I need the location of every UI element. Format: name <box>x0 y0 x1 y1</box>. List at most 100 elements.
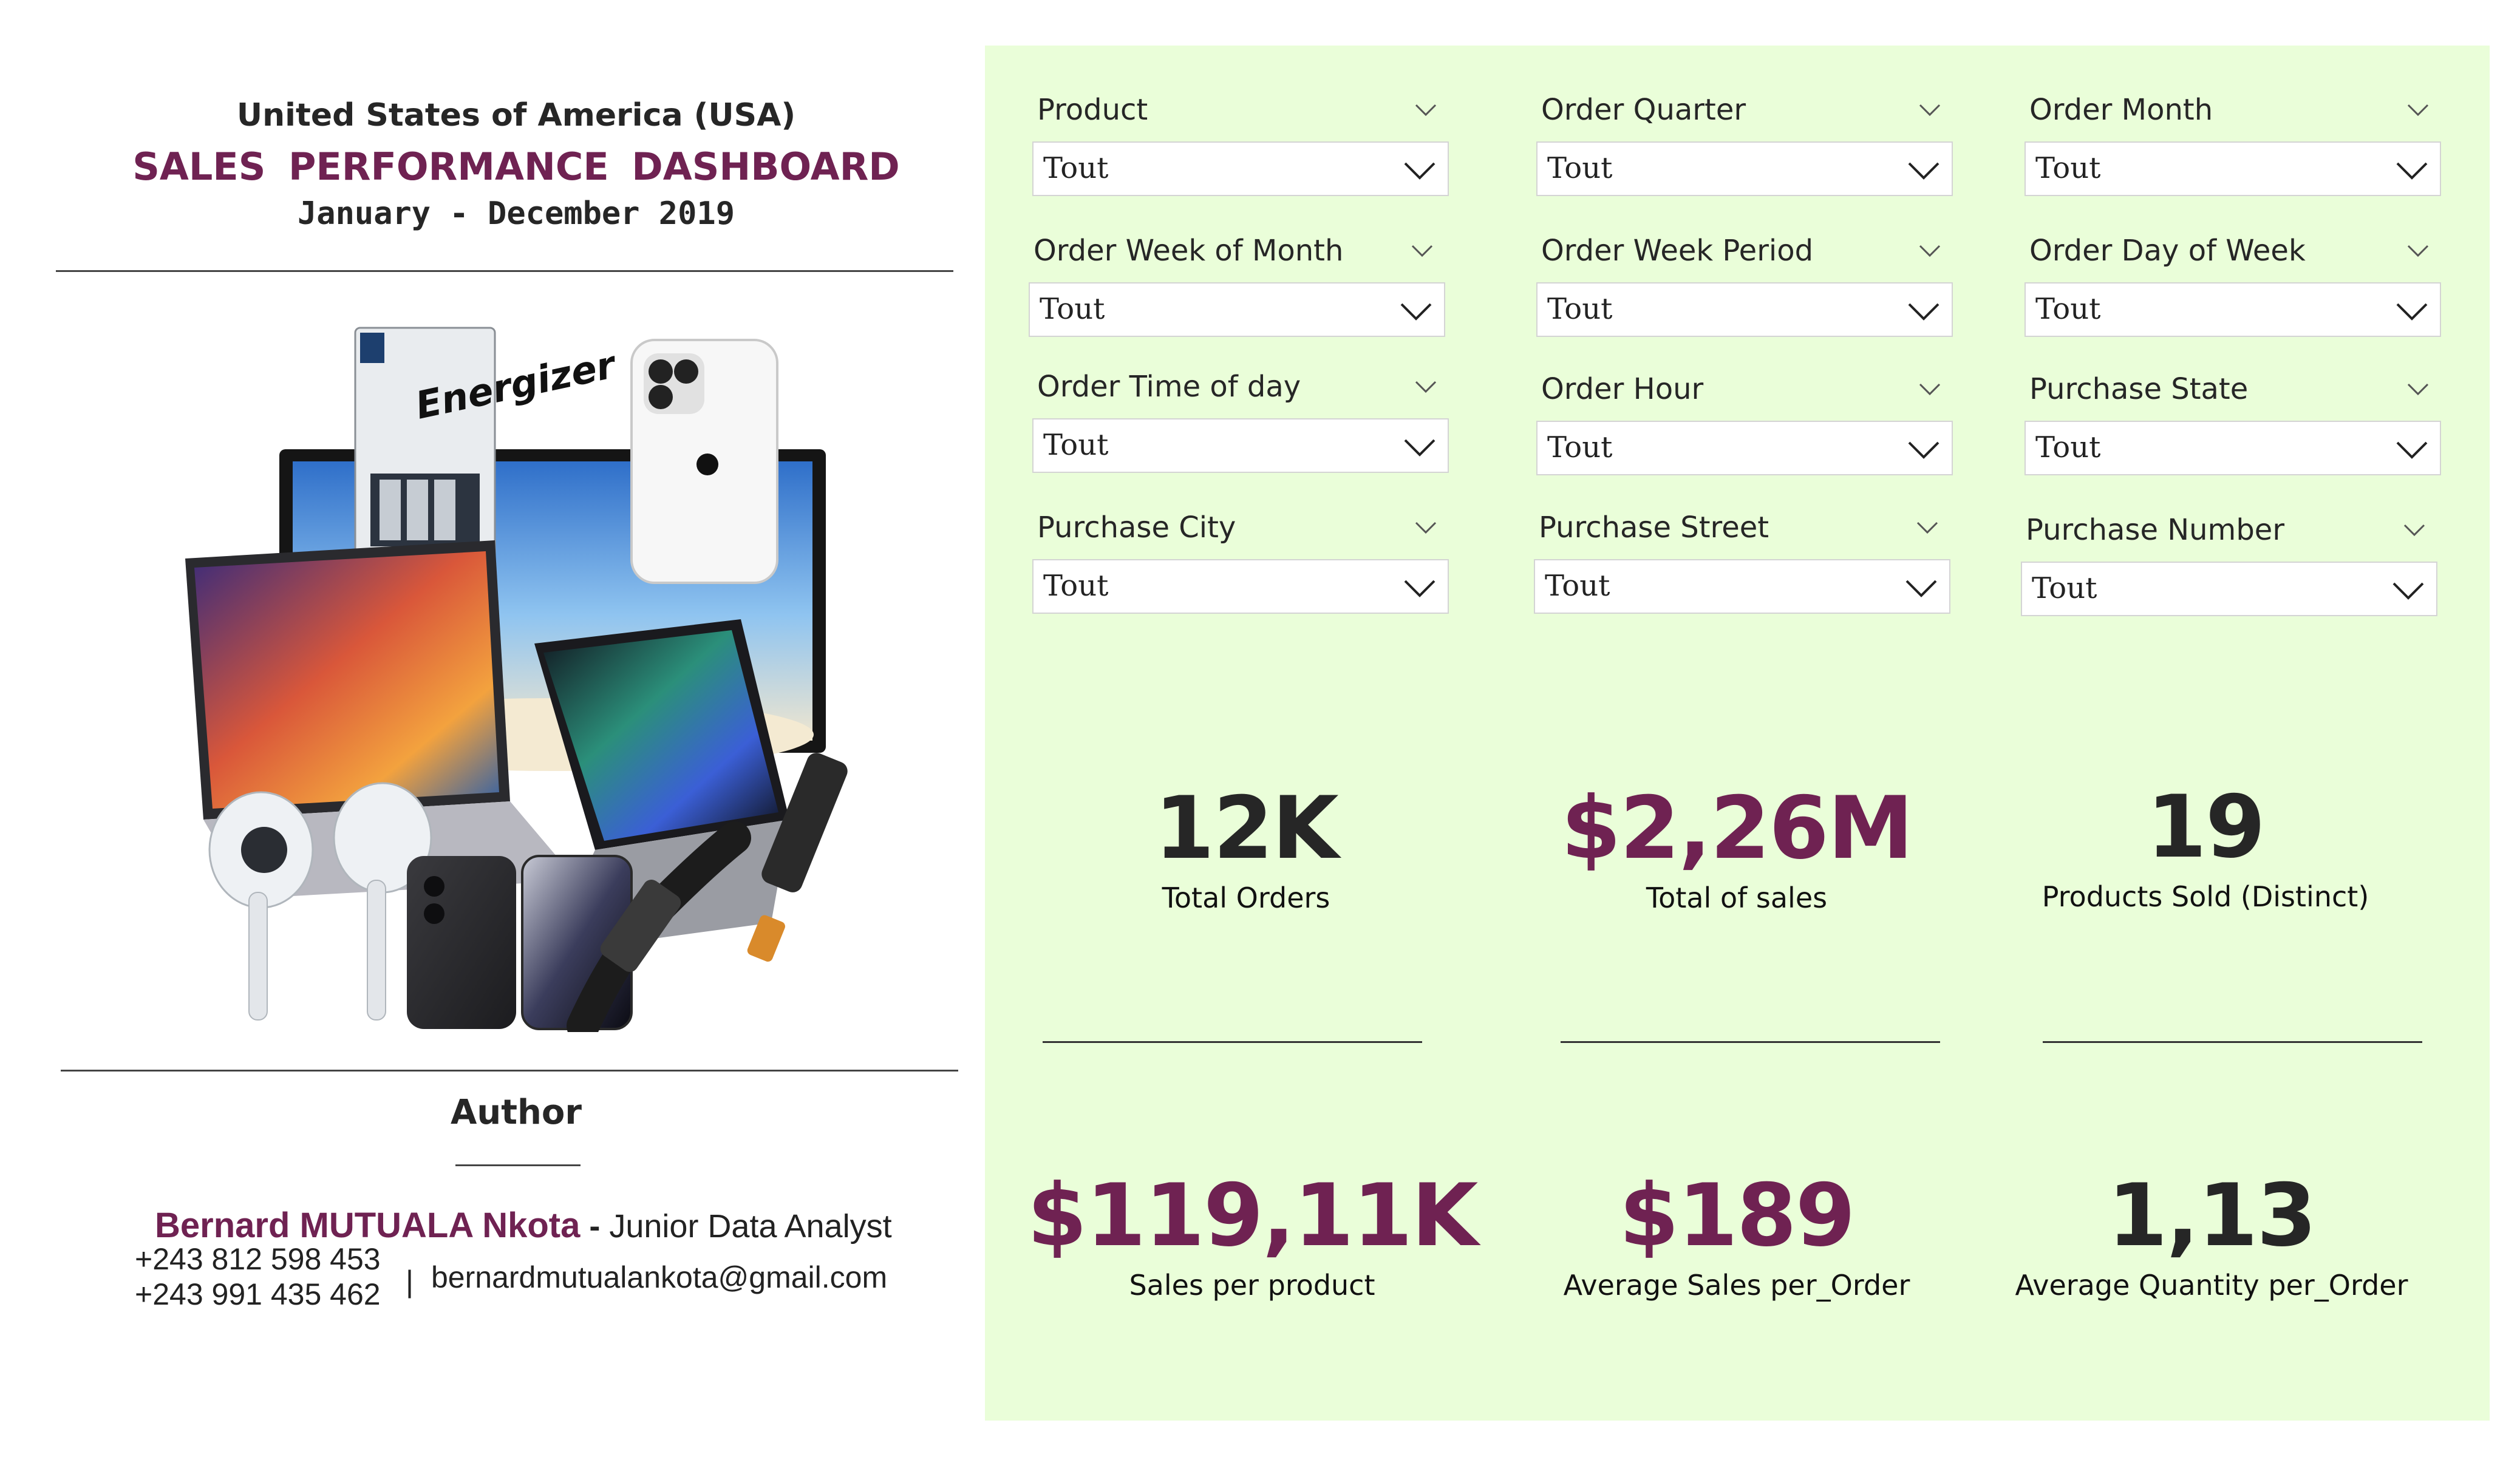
chevron-down-icon[interactable] <box>1399 296 1433 325</box>
author-phone-1: +243 812 598 453 <box>135 1242 381 1276</box>
chevron-down-icon[interactable] <box>2406 98 2430 122</box>
slicer-title: Purchase Street <box>1539 511 1769 545</box>
slicer-dropdown[interactable]: Tout <box>1536 141 1953 196</box>
chevron-down-icon[interactable] <box>1915 515 1939 540</box>
period-subtitle: January - December 2019 <box>297 195 735 232</box>
slicer-order-hour[interactable]: Order Hour Tout <box>1536 372 1955 481</box>
kpi-divider <box>1561 1041 1940 1043</box>
slicer-order-month[interactable]: Order Month Tout <box>2025 93 2443 202</box>
chevron-down-icon[interactable] <box>2402 518 2426 542</box>
slicer-title: Order Hour <box>1541 372 1704 406</box>
kpi-value: 19 <box>2147 777 2266 877</box>
contact-divider: | <box>406 1265 414 1299</box>
chevron-down-icon[interactable] <box>2395 155 2429 184</box>
slicer-order-day-of-week[interactable]: Order Day of Week Tout <box>2025 234 2443 343</box>
kpi-products-sold: 19 Products Sold (Distinct) <box>1944 777 2467 914</box>
chevron-down-icon[interactable] <box>1907 434 1941 463</box>
chevron-down-icon[interactable] <box>1403 432 1437 461</box>
author-divider <box>61 1070 958 1072</box>
chevron-down-icon[interactable] <box>1414 98 1438 122</box>
slicer-title: Order Week Period <box>1541 234 1814 268</box>
kpi-total-orders: 12K Total Orders <box>985 778 1507 915</box>
author-email[interactable]: bernardmutualankota@gmail.com <box>431 1260 887 1295</box>
chevron-down-icon[interactable] <box>1904 572 1938 602</box>
slicer-purchase-state[interactable]: Purchase State Tout <box>2025 372 2443 481</box>
slicer-purchase-city[interactable]: Purchase City Tout <box>1032 511 1451 620</box>
kpi-value: $2,26M <box>1561 778 1913 878</box>
slicer-title: Order Day of Week <box>2029 234 2306 268</box>
slicer-value: Tout <box>1545 569 1610 603</box>
kpi-label: Products Sold (Distinct) <box>2042 880 2369 913</box>
slicer-title: Purchase City <box>1037 511 1236 545</box>
slicer-dropdown[interactable]: Tout <box>1534 559 1950 614</box>
author-name-separator: - <box>580 1208 610 1245</box>
slicer-value: Tout <box>1547 430 1613 464</box>
slicer-purchase-number[interactable]: Purchase Number Tout <box>2021 513 2440 622</box>
slicer-value: Tout <box>2035 292 2101 326</box>
title-panel: United States of America (USA) SALES PER… <box>0 0 984 1457</box>
kpi-average-quantity-per-order: 1,13 Average Quantity per_Order <box>1950 1170 2473 1302</box>
chevron-down-icon[interactable] <box>1918 98 1942 122</box>
chevron-down-icon[interactable] <box>1403 572 1437 602</box>
header-divider <box>56 270 953 272</box>
slicer-order-week-of-month[interactable]: Order Week of Month Tout <box>1029 234 1448 343</box>
kpi-sales-per-product: $119,11K Sales per product <box>991 1170 1513 1302</box>
slicer-dropdown[interactable]: Tout <box>2021 562 2437 616</box>
chevron-down-icon[interactable] <box>1403 155 1437 184</box>
chevron-down-icon[interactable] <box>1918 377 1942 401</box>
slicer-dropdown[interactable]: Tout <box>2025 421 2441 475</box>
chevron-down-icon[interactable] <box>2406 377 2430 401</box>
chevron-down-icon[interactable] <box>1414 375 1438 399</box>
slicer-dropdown[interactable]: Tout <box>2025 282 2441 337</box>
chevron-down-icon[interactable] <box>1907 296 1941 325</box>
slicer-value: Tout <box>2035 151 2101 185</box>
products-collage-image: Energizer <box>185 327 848 1032</box>
chevron-down-icon[interactable] <box>2391 575 2425 604</box>
kpi-label: Total of sales <box>1646 881 1828 914</box>
author-name-line: Bernard MUTUALA Nkota - Junior Data Anal… <box>155 1205 892 1246</box>
slicer-value: Tout <box>1547 151 1613 185</box>
slicer-dropdown[interactable]: Tout <box>1032 141 1449 196</box>
author-heading: Author <box>451 1093 582 1132</box>
chevron-down-icon[interactable] <box>2395 296 2429 325</box>
slicer-title: Purchase State <box>2029 372 2249 406</box>
author-underline <box>455 1164 581 1166</box>
slicer-dropdown[interactable]: Tout <box>1032 418 1449 473</box>
author-name: Bernard MUTUALA Nkota <box>155 1206 581 1245</box>
slicer-dropdown[interactable]: Tout <box>1029 282 1445 337</box>
slicer-value: Tout <box>1043 569 1109 603</box>
chevron-down-icon[interactable] <box>1410 239 1434 263</box>
slicer-dropdown[interactable]: Tout <box>1536 421 1953 475</box>
slicer-order-week-period[interactable]: Order Week Period Tout <box>1536 234 1955 343</box>
slicer-value: Tout <box>2035 430 2101 464</box>
chevron-down-icon[interactable] <box>1414 515 1438 540</box>
slicer-purchase-street[interactable]: Purchase Street Tout <box>1534 511 1953 620</box>
slicer-order-quarter[interactable]: Order Quarter Tout <box>1536 93 1955 202</box>
dashboard-title: SALES PERFORMANCE DASHBOARD <box>132 144 900 189</box>
slicer-value: Tout <box>1547 292 1613 326</box>
chevron-down-icon[interactable] <box>2406 239 2430 263</box>
slicer-title: Order Week of Month <box>1034 234 1344 268</box>
slicer-value: Tout <box>1043 428 1109 462</box>
kpi-value: $119,11K <box>1027 1166 1479 1266</box>
chevron-down-icon[interactable] <box>1907 155 1941 184</box>
kpi-average-sales-per-order: $189 Average Sales per_Order <box>1476 1170 1998 1302</box>
slicer-title: Order Month <box>2029 93 2213 127</box>
slicer-dropdown[interactable]: Tout <box>1536 282 1953 337</box>
chevron-down-icon[interactable] <box>1918 239 1942 263</box>
kpi-label: Average Quantity per_Order <box>2015 1269 2408 1302</box>
slicer-product[interactable]: Product Tout <box>1032 93 1451 202</box>
slicer-title: Order Quarter <box>1541 93 1746 127</box>
slicer-title: Product <box>1037 93 1148 127</box>
chevron-down-icon[interactable] <box>2395 434 2429 463</box>
slicer-dropdown[interactable]: Tout <box>1032 559 1449 614</box>
slicer-order-time-of-day[interactable]: Order Time of day Tout <box>1032 370 1451 479</box>
kpi-total-sales: $2,26M Total of sales <box>1476 778 1998 915</box>
slicer-dropdown[interactable]: Tout <box>2025 141 2441 196</box>
slicer-title: Order Time of day <box>1037 370 1301 404</box>
kpi-label: Average Sales per_Order <box>1563 1269 1910 1302</box>
kpi-label: Total Orders <box>1162 881 1330 914</box>
kpi-value: 12K <box>1154 778 1339 878</box>
kpi-value: 1,13 <box>2107 1166 2317 1266</box>
author-phone-2: +243 991 435 462 <box>135 1277 381 1311</box>
